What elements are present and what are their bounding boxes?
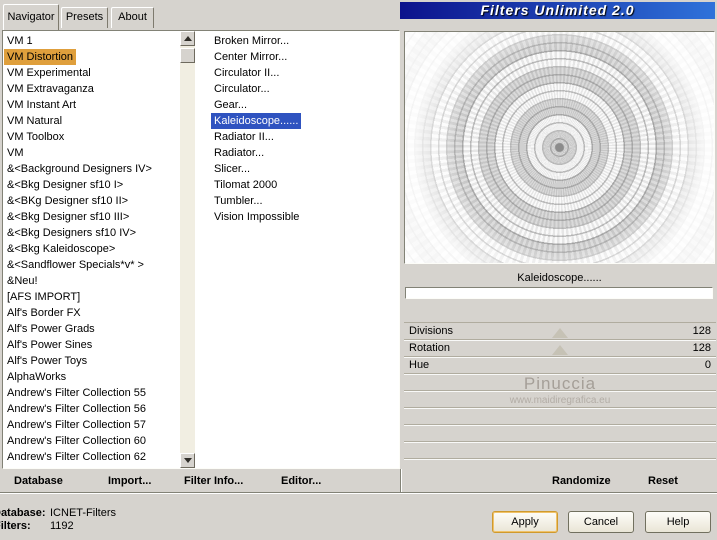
filter-item[interactable]: Vision Impossible: [211, 209, 302, 225]
filter-item[interactable]: Tilomat 2000: [211, 177, 280, 193]
param-value-divisions: 128: [692, 325, 711, 337]
kaleidoscope-preview-image: [405, 32, 714, 263]
parameter-table: Divisions 128 Rotation 128 Hue 0: [404, 322, 716, 459]
filter-item[interactable]: Tumbler...: [211, 193, 266, 209]
filters-status-label: Filters:: [0, 520, 31, 532]
param-value-hue: 0: [704, 359, 711, 371]
category-item[interactable]: VM Extravaganza: [4, 81, 97, 97]
param-label-hue: Hue: [409, 359, 430, 371]
param-value-rotation: 128: [692, 342, 711, 354]
help-button[interactable]: Help: [645, 511, 711, 533]
category-item[interactable]: VM: [4, 145, 27, 161]
param-row-empty: [404, 374, 716, 391]
filter-item[interactable]: Kaleidoscope......: [211, 113, 302, 129]
category-item[interactable]: VM Experimental: [4, 65, 94, 81]
selected-filter-label: Kaleidoscope......: [517, 272, 602, 284]
cancel-button[interactable]: Cancel: [568, 511, 634, 533]
category-item[interactable]: &<BKg Designer sf10 II>: [4, 193, 131, 209]
category-item[interactable]: &<Sandflower Specials*v* >: [4, 257, 147, 273]
category-item[interactable]: Andrew's Filter Collection 56: [4, 401, 149, 417]
preview-pane: [404, 31, 715, 264]
category-item[interactable]: Alf's Power Grads: [4, 321, 98, 337]
panel-divider: [400, 469, 402, 493]
category-item[interactable]: &<Bkg Kaleidoscope>: [4, 241, 118, 257]
slider-thumb-icon[interactable]: [552, 345, 568, 355]
param-row-empty: [404, 442, 716, 459]
param-row-empty: [404, 408, 716, 425]
scroll-up-button[interactable]: [180, 31, 195, 46]
category-item[interactable]: [AFS IMPORT]: [4, 289, 83, 305]
category-item[interactable]: &<Bkg Designers sf10 IV>: [4, 225, 139, 241]
bottom-divider: [0, 492, 717, 494]
param-row-empty: [404, 391, 716, 408]
param-label-divisions: Divisions: [409, 325, 454, 337]
tab-about[interactable]: About: [111, 7, 154, 28]
tab-about-label: About: [118, 11, 147, 23]
category-item[interactable]: &<Background Designers IV>: [4, 161, 155, 177]
arrow-down-icon: [183, 458, 192, 467]
title-banner: Filters Unlimited 2.0: [400, 2, 715, 19]
apply-button[interactable]: Apply: [492, 511, 558, 533]
category-item[interactable]: Andrew's Filter Collection 62: [4, 449, 149, 465]
param-row-rotation: Rotation 128: [404, 340, 716, 357]
category-item[interactable]: &<Bkg Designer sf10 I>: [4, 177, 126, 193]
editor-button[interactable]: Editor...: [281, 473, 321, 489]
database-status-value: ICNET-Filters: [50, 507, 116, 519]
filters-unlimited-window: Navigator Presets About Filters Unlimite…: [0, 0, 717, 540]
category-item[interactable]: AlphaWorks: [4, 369, 69, 385]
tab-navigator-label: Navigator: [7, 11, 55, 23]
filters-status-value: 1192: [50, 520, 74, 532]
reset-button[interactable]: Reset: [648, 473, 678, 489]
category-item[interactable]: VM Instant Art: [4, 97, 79, 113]
database-status-label: Database:: [0, 507, 46, 519]
filter-item[interactable]: Radiator...: [211, 145, 267, 161]
import-button[interactable]: Import...: [108, 473, 151, 489]
filter-item[interactable]: Gear...: [211, 97, 250, 113]
param-row-divisions: Divisions 128: [404, 323, 716, 340]
preview-progress-bar: [405, 287, 713, 299]
category-item[interactable]: Alf's Border FX: [4, 305, 84, 321]
scroll-down-button[interactable]: [180, 453, 195, 468]
category-item[interactable]: Andrew's Filter Collection 60: [4, 433, 149, 449]
category-item[interactable]: Andrew's Filter Collection 55: [4, 385, 149, 401]
category-item[interactable]: &<Bkg Designer sf10 III>: [4, 209, 132, 225]
filter-list: Broken Mirror... Center Mirror... Circulat…: [211, 33, 397, 225]
database-button[interactable]: Database: [14, 473, 63, 489]
window-title: Filters Unlimited 2.0: [480, 2, 635, 18]
filter-info-button[interactable]: Filter Info...: [184, 473, 243, 489]
filter-item[interactable]: Circulator II...: [211, 65, 282, 81]
category-item[interactable]: Alf's Power Sines: [4, 337, 95, 353]
category-list: VM 1 VM Distortion VM Experimental VM Extra…: [4, 33, 178, 465]
filter-item[interactable]: Broken Mirror...: [211, 33, 292, 49]
param-label-rotation: Rotation: [409, 342, 450, 354]
category-item[interactable]: Andrew's Filter Collection 57: [4, 417, 149, 433]
param-row-hue: Hue 0: [404, 357, 716, 374]
filter-item[interactable]: Radiator II...: [211, 129, 277, 145]
navigator-listbox: VM 1 VM Distortion VM Experimental VM Extra…: [2, 30, 400, 469]
tab-presets-label: Presets: [65, 11, 104, 23]
category-item[interactable]: Alf's Power Toys: [4, 353, 90, 369]
category-item[interactable]: VM Toolbox: [4, 129, 67, 145]
arrow-up-icon: [183, 32, 192, 41]
category-item[interactable]: VM Natural: [4, 113, 65, 129]
tab-presets[interactable]: Presets: [61, 7, 108, 28]
filter-item[interactable]: Circulator...: [211, 81, 273, 97]
tab-navigator[interactable]: Navigator: [3, 4, 59, 30]
filter-item[interactable]: Slicer...: [211, 161, 253, 177]
category-item[interactable]: VM 1: [4, 33, 36, 49]
slider-thumb-icon[interactable]: [552, 328, 568, 338]
scrollbar-thumb[interactable]: [180, 48, 195, 63]
category-scrollbar[interactable]: [180, 31, 195, 468]
status-area: Database: ICNET-Filters Filters: 1192: [0, 505, 260, 535]
category-item[interactable]: VM Distortion: [4, 49, 77, 65]
filter-item[interactable]: Center Mirror...: [211, 49, 290, 65]
randomize-button[interactable]: Randomize: [552, 473, 611, 489]
category-item[interactable]: &Neu!: [4, 273, 41, 289]
param-row-empty: [404, 425, 716, 442]
